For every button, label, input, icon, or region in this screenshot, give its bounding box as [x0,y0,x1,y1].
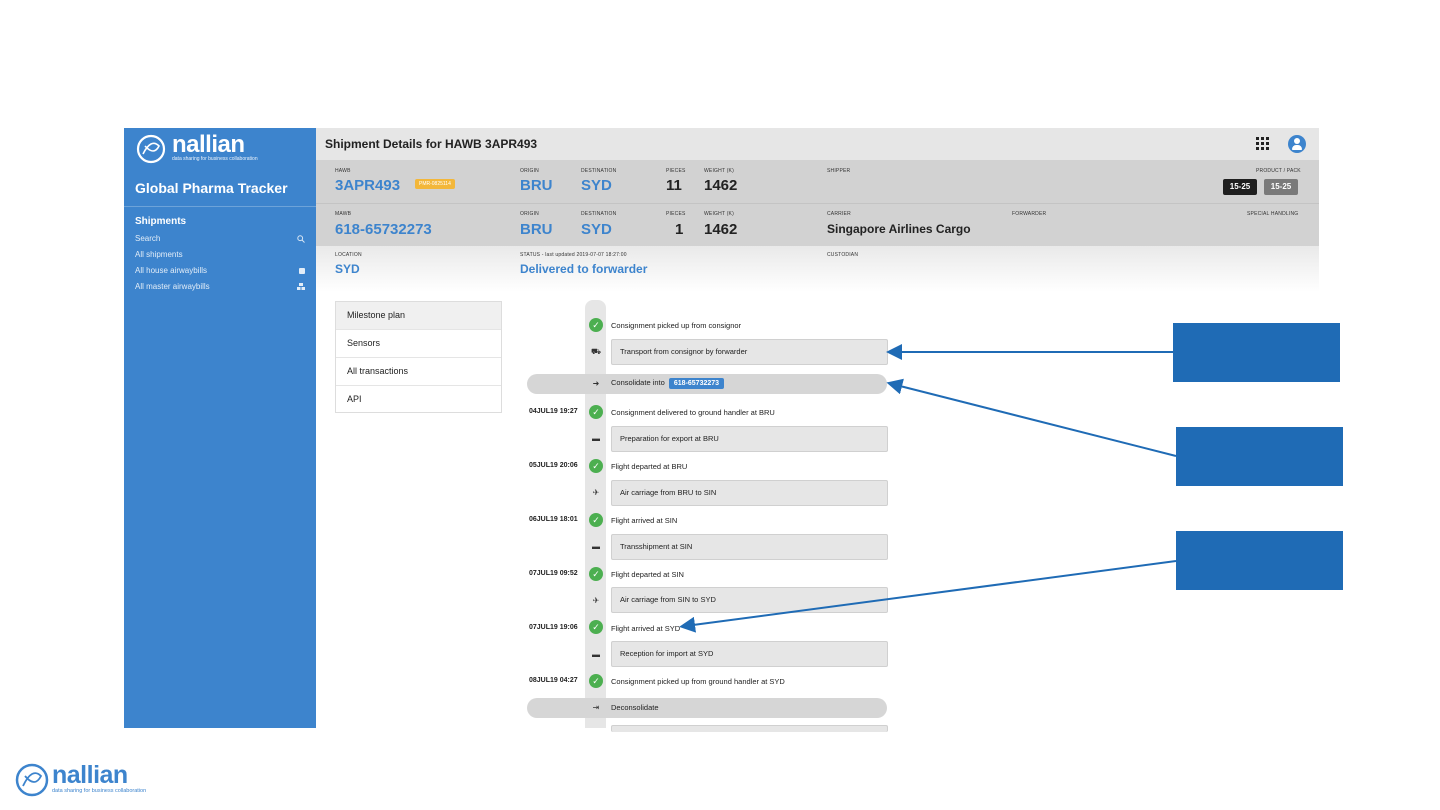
arrow-to-consolidate [886,378,1177,457]
footer-brand-tagline: data sharing for business collaboration [52,788,147,794]
footer-logo: nallian data sharing for business collab… [14,762,146,798]
nallian-logo-icon [15,763,49,797]
arrow-to-arrival-syd [679,560,1177,633]
footer-brand-name: nallian [52,761,128,789]
annotation-arrows [679,344,1177,633]
